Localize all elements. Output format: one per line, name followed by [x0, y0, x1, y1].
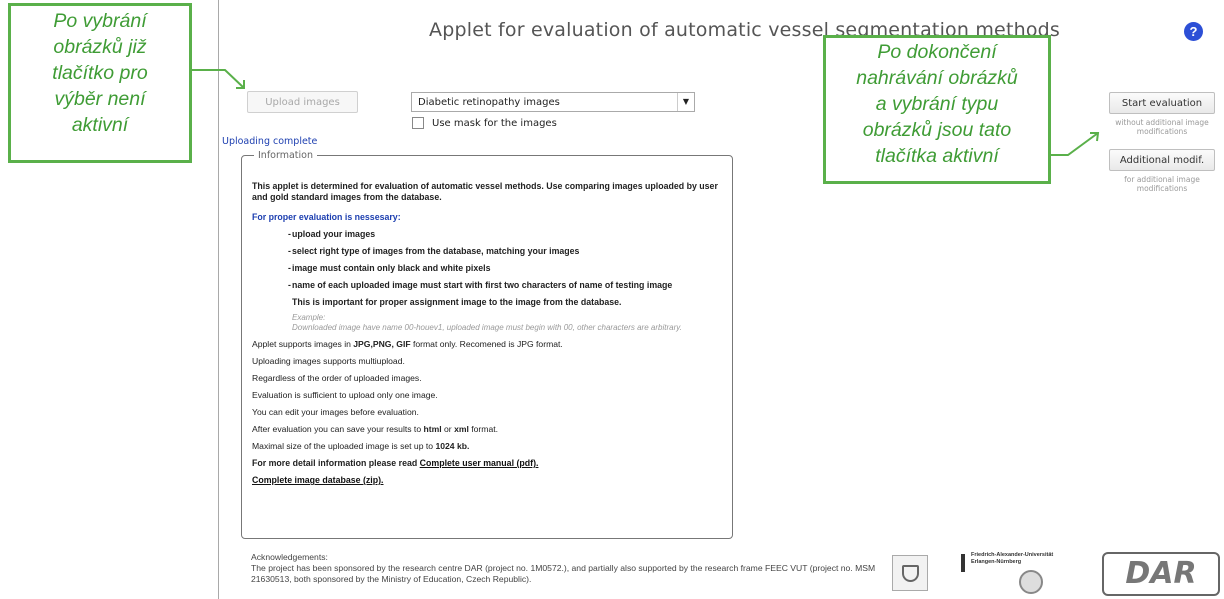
save-or: or [441, 424, 455, 434]
requirement-item: name of each uploaded image must start w… [252, 277, 728, 294]
callout-line: aktivní [71, 114, 129, 136]
formats-list: JPG,PNG, GIF [353, 339, 411, 349]
size-line: Maximal size of the uploaded image is se… [252, 438, 728, 455]
university-logo: Friedrich-Alexander-Universität Erlangen… [961, 552, 1079, 596]
example-block: Example: Downloaded image have name 00-h… [252, 313, 728, 333]
seal-icon [1019, 570, 1043, 594]
save-xml: xml [454, 424, 469, 434]
acknowledgements: Acknowledgements: The project has been s… [251, 552, 891, 585]
user-manual-link[interactable]: Complete user manual (pdf). [420, 458, 539, 468]
example-text: Downloaded image have name 00-houev1, up… [292, 323, 682, 332]
callout-line: obrázků jsou tato [862, 119, 1012, 141]
info-line: Regardless of the order of uploaded imag… [252, 373, 422, 383]
information-legend: Information [258, 150, 313, 161]
chevron-down-icon[interactable]: ▼ [677, 93, 694, 111]
callout-line: nahrávání obrázků [856, 67, 1018, 89]
use-mask-option[interactable]: Use mask for the images [412, 117, 557, 129]
image-type-select-value: Diabetic retinopathy images [418, 97, 560, 108]
acknowledgements-heading: Acknowledgements: [251, 552, 328, 562]
start-evaluation-note: without additional image modifications [1115, 118, 1209, 136]
more-prefix: For more detail information please read [252, 458, 420, 468]
callout-upload-disabled: Po vybrání obrázků již tlačítko pro výbě… [8, 3, 192, 163]
callout-line: obrázků již [53, 36, 147, 58]
logo-bar [961, 554, 965, 572]
information-body: This applet is determined for evaluation… [252, 181, 728, 489]
more-info-line: For more detail information please read … [252, 455, 728, 472]
additional-modifications-note: for additional image modifications [1124, 175, 1200, 193]
use-mask-checkbox[interactable] [412, 117, 424, 129]
requirement-item: upload your images [252, 226, 728, 243]
faculty-logo [892, 555, 928, 591]
upload-images-button[interactable]: Upload images [247, 91, 358, 113]
example-label: Example: [292, 313, 326, 322]
info-line: Evaluation is sufficient to upload only … [252, 390, 438, 400]
save-line: After evaluation you can save your resul… [252, 421, 728, 438]
shield-icon [902, 565, 919, 582]
size-value: 1024 kb. [435, 441, 470, 451]
dar-logo: DAR [1102, 552, 1220, 596]
use-mask-label: Use mask for the images [432, 118, 557, 129]
callout-line: tlačítko pro [52, 62, 148, 84]
image-database-link[interactable]: Complete image database (zip). [252, 475, 384, 485]
callout-line: Po vybrání [53, 10, 147, 32]
info-subhead: For proper evaluation is nessesary: [252, 212, 401, 222]
info-line: You can edit your images before evaluati… [252, 407, 419, 417]
callout-line: tlačítka aktivní [875, 145, 999, 167]
callout-line: výběr není [54, 88, 146, 110]
upload-status: Uploading complete [222, 136, 318, 147]
database-line: Complete image database (zip). [252, 472, 728, 489]
information-panel: Information This applet is determined fo… [241, 150, 733, 539]
image-type-select[interactable]: Diabetic retinopathy images ▼ [411, 92, 695, 112]
size-prefix: Maximal size of the uploaded image is se… [252, 441, 436, 451]
acknowledgements-text: The project has been sponsored by the re… [251, 563, 876, 584]
callout-line: Po dokončení [877, 41, 997, 63]
formats-suffix: format only. Recomened is JPG format. [410, 339, 563, 349]
applet-panel: Applet for evaluation of automatic vesse… [218, 0, 1224, 599]
help-icon[interactable]: ? [1184, 22, 1203, 41]
info-line: Uploading images supports multiupload. [252, 356, 405, 366]
additional-modifications-button[interactable]: Additional modif. [1109, 149, 1215, 171]
formats-prefix: Applet supports images in [252, 339, 354, 349]
formats-line: Applet supports images in JPG,PNG, GIF f… [252, 336, 728, 353]
requirement-item: select right type of images from the dat… [252, 243, 728, 260]
university-logo-text: Friedrich-Alexander-Universität Erlangen… [971, 552, 1054, 565]
info-intro: This applet is determined for evaluation… [252, 181, 718, 202]
callout-buttons-active: Po dokončení nahrávání obrázků a vybrání… [823, 35, 1051, 184]
callout-line: a vybrání typu [875, 93, 999, 115]
requirement-item: image must contain only black and white … [252, 260, 728, 277]
save-html: html [423, 424, 442, 434]
start-evaluation-button[interactable]: Start evaluation [1109, 92, 1215, 114]
save-suffix: format. [468, 424, 499, 434]
save-prefix: After evaluation you can save your resul… [252, 424, 424, 434]
requirement-note: This is important for proper assignment … [292, 297, 622, 307]
